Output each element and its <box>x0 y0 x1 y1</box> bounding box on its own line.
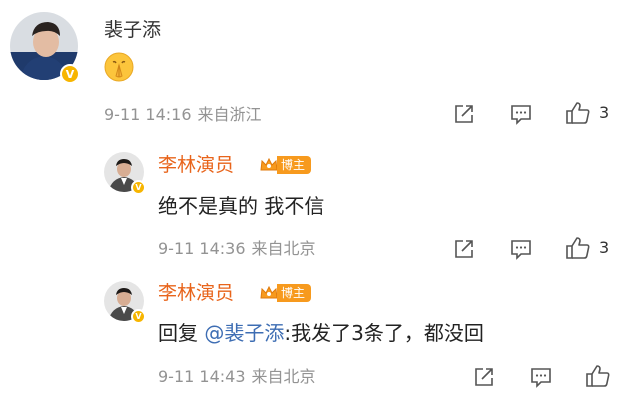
comment-button[interactable] <box>510 238 532 260</box>
mention-link[interactable]: @裴子添 <box>204 321 284 345</box>
crown-icon <box>260 285 278 299</box>
verified-icon: V <box>131 309 146 324</box>
comment-username[interactable]: 李林演员 <box>158 153 234 177</box>
comment-icon <box>511 240 531 260</box>
comment-text: 回复 @裴子添:我发了3条了，都没回 <box>158 320 484 346</box>
like-icon <box>586 365 610 387</box>
like-icon <box>566 102 590 124</box>
comment-meta: 9-11 14:16 来自浙江 <box>104 105 262 125</box>
like-button[interactable]: 3 <box>565 101 609 125</box>
share-button[interactable] <box>453 103 475 125</box>
comment-username[interactable]: 李林演员 <box>158 281 234 305</box>
crown-icon <box>260 157 278 171</box>
share-icon <box>475 368 493 386</box>
like-button[interactable] <box>585 364 619 388</box>
share-button[interactable] <box>473 366 495 388</box>
avatar[interactable]: V <box>104 281 146 324</box>
blogger-badge: 博主 <box>259 156 312 174</box>
like-button[interactable]: 3 <box>565 236 609 260</box>
like-count: 3 <box>599 238 610 257</box>
share-icon <box>455 105 473 123</box>
comment-icon <box>511 105 531 125</box>
share-button[interactable] <box>453 238 475 260</box>
like-count: 3 <box>599 103 610 122</box>
praying-hands-emoji <box>104 52 134 82</box>
avatar[interactable]: V <box>104 152 146 195</box>
comment-icon <box>531 368 551 388</box>
share-icon <box>455 240 473 258</box>
like-icon <box>566 237 590 259</box>
comment-button[interactable] <box>530 366 552 388</box>
reply-prefix: 回复 <box>158 321 198 345</box>
comment-location: 来自浙江 <box>197 105 262 124</box>
comment-text: 绝不是真的 我不信 <box>158 194 325 218</box>
avatar[interactable]: V <box>10 12 80 84</box>
comment-location: 来自北京 <box>251 239 316 258</box>
verified-icon: V <box>131 180 146 195</box>
verified-icon: V <box>60 64 80 84</box>
comment-username[interactable]: 裴子添 <box>104 18 161 42</box>
blogger-badge: 博主 <box>259 284 312 302</box>
comment-location: 来自北京 <box>251 367 316 386</box>
blogger-badge-label: 博主 <box>277 284 312 302</box>
comment-meta: 9-11 14:36 来自北京 <box>158 239 316 259</box>
comment-time: 9-11 14:16 <box>104 105 192 124</box>
comment-meta: 9-11 14:43 来自北京 <box>158 367 316 387</box>
reply-text: :我发了3条了，都没回 <box>284 321 484 345</box>
comment-button[interactable] <box>510 103 532 125</box>
blogger-badge-label: 博主 <box>277 156 312 174</box>
comment-time: 9-11 14:36 <box>158 239 246 258</box>
comment-time: 9-11 14:43 <box>158 367 246 386</box>
